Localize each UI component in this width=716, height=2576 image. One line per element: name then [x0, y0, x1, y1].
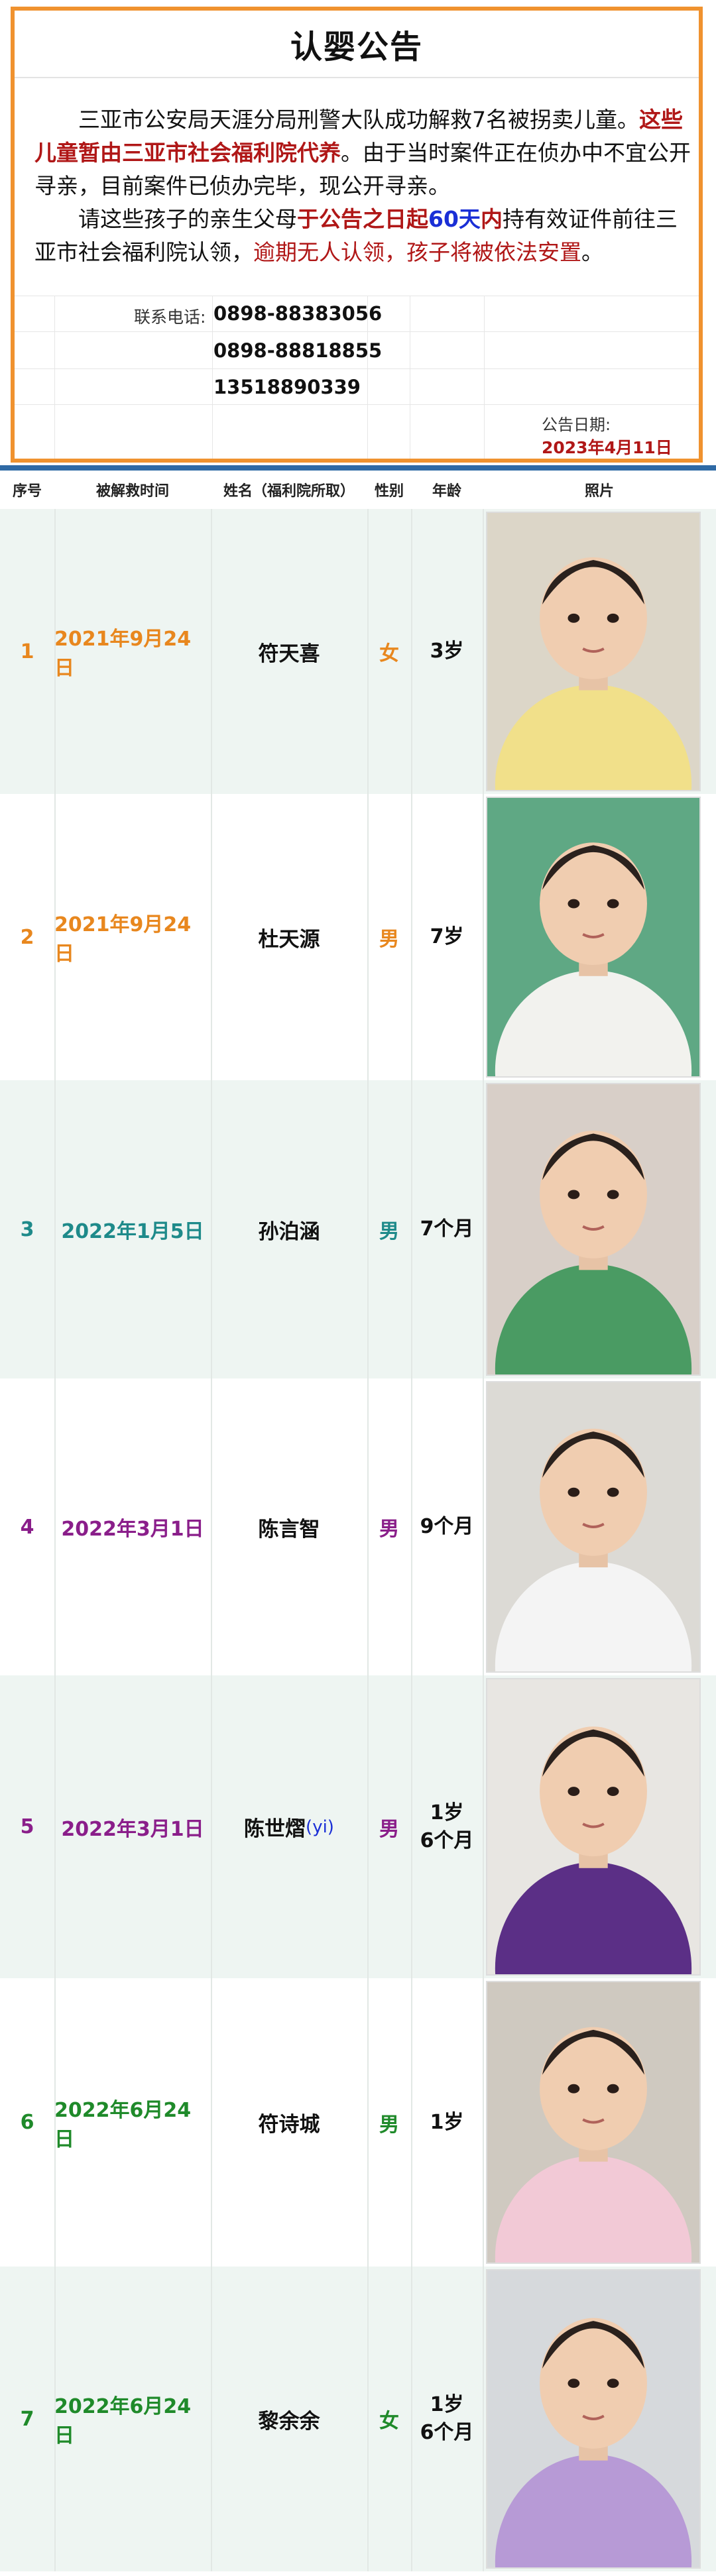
column-divider	[483, 1378, 484, 1675]
column-divider	[483, 2267, 484, 2571]
column-divider	[483, 794, 484, 1080]
row-number: 7	[20, 2407, 34, 2431]
notice-box: 认婴公告 三亚市公安局天涯分局刑警大队成功解救7名被拐卖儿童。这些儿童暂由三亚市…	[11, 7, 703, 463]
row-number: 2	[20, 925, 34, 949]
child-name-text: 符诗城	[258, 2113, 320, 2137]
table-row: 1 2021年9月24日 符天喜 女 3岁	[0, 509, 716, 796]
row-number: 6	[20, 2111, 34, 2134]
phone-1: 0898-88383056	[213, 302, 383, 325]
child-name: 黎余余	[211, 2267, 367, 2571]
gender: 男	[379, 1518, 399, 1541]
row-number: 4	[20, 1515, 34, 1539]
column-divider	[483, 1978, 484, 2267]
header-no: 序号	[12, 483, 42, 500]
age: 1岁	[411, 1978, 483, 2267]
table-header: 序号 被解救时间 姓名（福利院所取） 性别 年龄 照片	[0, 471, 716, 510]
age-line-1: 1岁	[430, 2393, 464, 2416]
phone-3: 13518890339	[213, 376, 361, 398]
child-name: 符天喜	[211, 509, 367, 794]
gender: 女	[379, 2410, 399, 2433]
child-name: 杜天源	[211, 794, 367, 1080]
table-row: 4 2022年3月1日 陈言智 男 9个月	[0, 1378, 716, 1677]
notice-title: 认婴公告	[15, 11, 699, 78]
phone-2: 0898-88818855	[213, 339, 383, 362]
age-line-1: 3岁	[430, 640, 464, 663]
date-value: 2023年4月11日	[542, 438, 672, 457]
table-row: 7 2022年6月24日 黎余余女 1岁 6个月	[0, 2267, 716, 2573]
age: 3岁	[411, 509, 483, 794]
notice-paragraph-1: 三亚市公安局天涯分局刑警大队成功解救7名被拐卖儿童。这些儿童暂由三亚市社会福利院…	[34, 103, 691, 203]
child-photo	[486, 1981, 701, 2264]
child-name-text: 黎余余	[258, 2409, 320, 2434]
rescue-date: 2022年3月1日	[61, 1817, 204, 1841]
child-name-text: 符天喜	[258, 642, 320, 666]
table-row: 3 2022年1月5日 孙泊涵 男 7个月	[0, 1080, 716, 1380]
child-name-text: 陈言智	[258, 1517, 320, 1541]
child-photo	[486, 512, 701, 791]
rescue-date: 2022年3月1日	[61, 1518, 204, 1541]
child-name: 孙泊涵	[211, 1080, 367, 1378]
gender: 男	[379, 2113, 399, 2137]
age-line-1: 7个月	[420, 1217, 474, 1241]
column-divider	[483, 1080, 484, 1378]
header-divider	[0, 465, 716, 471]
row-number: 5	[20, 1815, 34, 1838]
gender: 男	[379, 1220, 399, 1243]
para2-text-a: 请这些孩子的亲生父母	[78, 206, 297, 232]
para2-days: 60天	[428, 206, 481, 232]
rescue-date: 2022年6月24日	[54, 2395, 192, 2447]
age-line-1: 7岁	[430, 925, 464, 948]
child-name: 符诗城	[211, 1978, 367, 2267]
rescue-date: 2021年9月24日	[54, 913, 192, 966]
para2-highlight-b: 于公告之日起	[297, 206, 428, 232]
pronunciation-note: (yi)	[306, 1817, 334, 1837]
age: 1岁 6个月	[411, 1675, 483, 1978]
row-number: 1	[20, 640, 34, 663]
date-label: 公告日期:	[542, 416, 611, 434]
contact-label: 联系电话:	[134, 308, 206, 327]
age: 9个月	[411, 1378, 483, 1675]
child-photo	[486, 797, 701, 1078]
column-divider	[483, 509, 484, 794]
notice-body: 三亚市公安局天涯分局刑警大队成功解救7名被拐卖儿童。这些儿童暂由三亚市社会福利院…	[34, 103, 691, 269]
age-line-1: 1岁	[430, 2110, 464, 2134]
table-row: 6 2022年6月24日 符诗城 男 1岁	[0, 1978, 716, 2268]
header-photo: 照片	[584, 483, 614, 500]
header-gender: 性别	[374, 483, 404, 500]
header-age: 年龄	[432, 483, 461, 500]
child-name-text: 陈世熠	[244, 1817, 306, 1841]
gender: 男	[379, 928, 399, 951]
age-line-1: 1岁	[430, 1801, 464, 1824]
gender: 男	[379, 1817, 399, 1841]
age: 7岁	[411, 794, 483, 1080]
table-row: 2 2021年9月24日 杜天源 男 7岁	[0, 794, 716, 1082]
age-line-2: 6个月	[420, 2421, 474, 2444]
header-name: 姓名（福利院所取）	[223, 483, 355, 500]
para2-period: 。	[581, 239, 603, 265]
age-line-1: 9个月	[420, 1515, 474, 1538]
table-row: 5 2022年3月1日 陈世熠 (yi) 男 1岁 6个月	[0, 1675, 716, 1980]
age: 1岁 6个月	[411, 2267, 483, 2571]
rescue-date: 2022年1月5日	[61, 1220, 204, 1243]
child-name-text: 孙泊涵	[258, 1219, 320, 1244]
column-divider	[483, 1675, 484, 1978]
row-number: 3	[20, 1217, 34, 1241]
header-date: 被解救时间	[95, 483, 169, 500]
rescue-date: 2022年6月24日	[54, 2098, 192, 2151]
child-photo	[486, 2269, 701, 2569]
gender: 女	[379, 642, 399, 665]
age-line-2: 6个月	[420, 1828, 474, 1852]
rescue-date: 2021年9月24日	[54, 628, 192, 680]
child-photo	[486, 1083, 701, 1376]
age: 7个月	[411, 1080, 483, 1378]
child-name-text: 杜天源	[258, 927, 320, 952]
child-name: 陈言智	[211, 1378, 367, 1675]
para1-text-a: 三亚市公安局天涯分局刑警大队成功解救7名被拐卖儿童。	[78, 107, 639, 133]
child-photo	[486, 1381, 701, 1673]
para2-highlight-d: 内	[480, 206, 503, 232]
para2-warning: 逾期无人认领，孩子将被依法安置	[253, 239, 581, 265]
notice-paragraph-2: 请这些孩子的亲生父母于公告之日起60天内持有效证件前往三亚市社会福利院认领，逾期…	[34, 203, 691, 269]
child-name: 陈世熠 (yi)	[211, 1675, 367, 1978]
child-photo	[486, 1678, 701, 1976]
